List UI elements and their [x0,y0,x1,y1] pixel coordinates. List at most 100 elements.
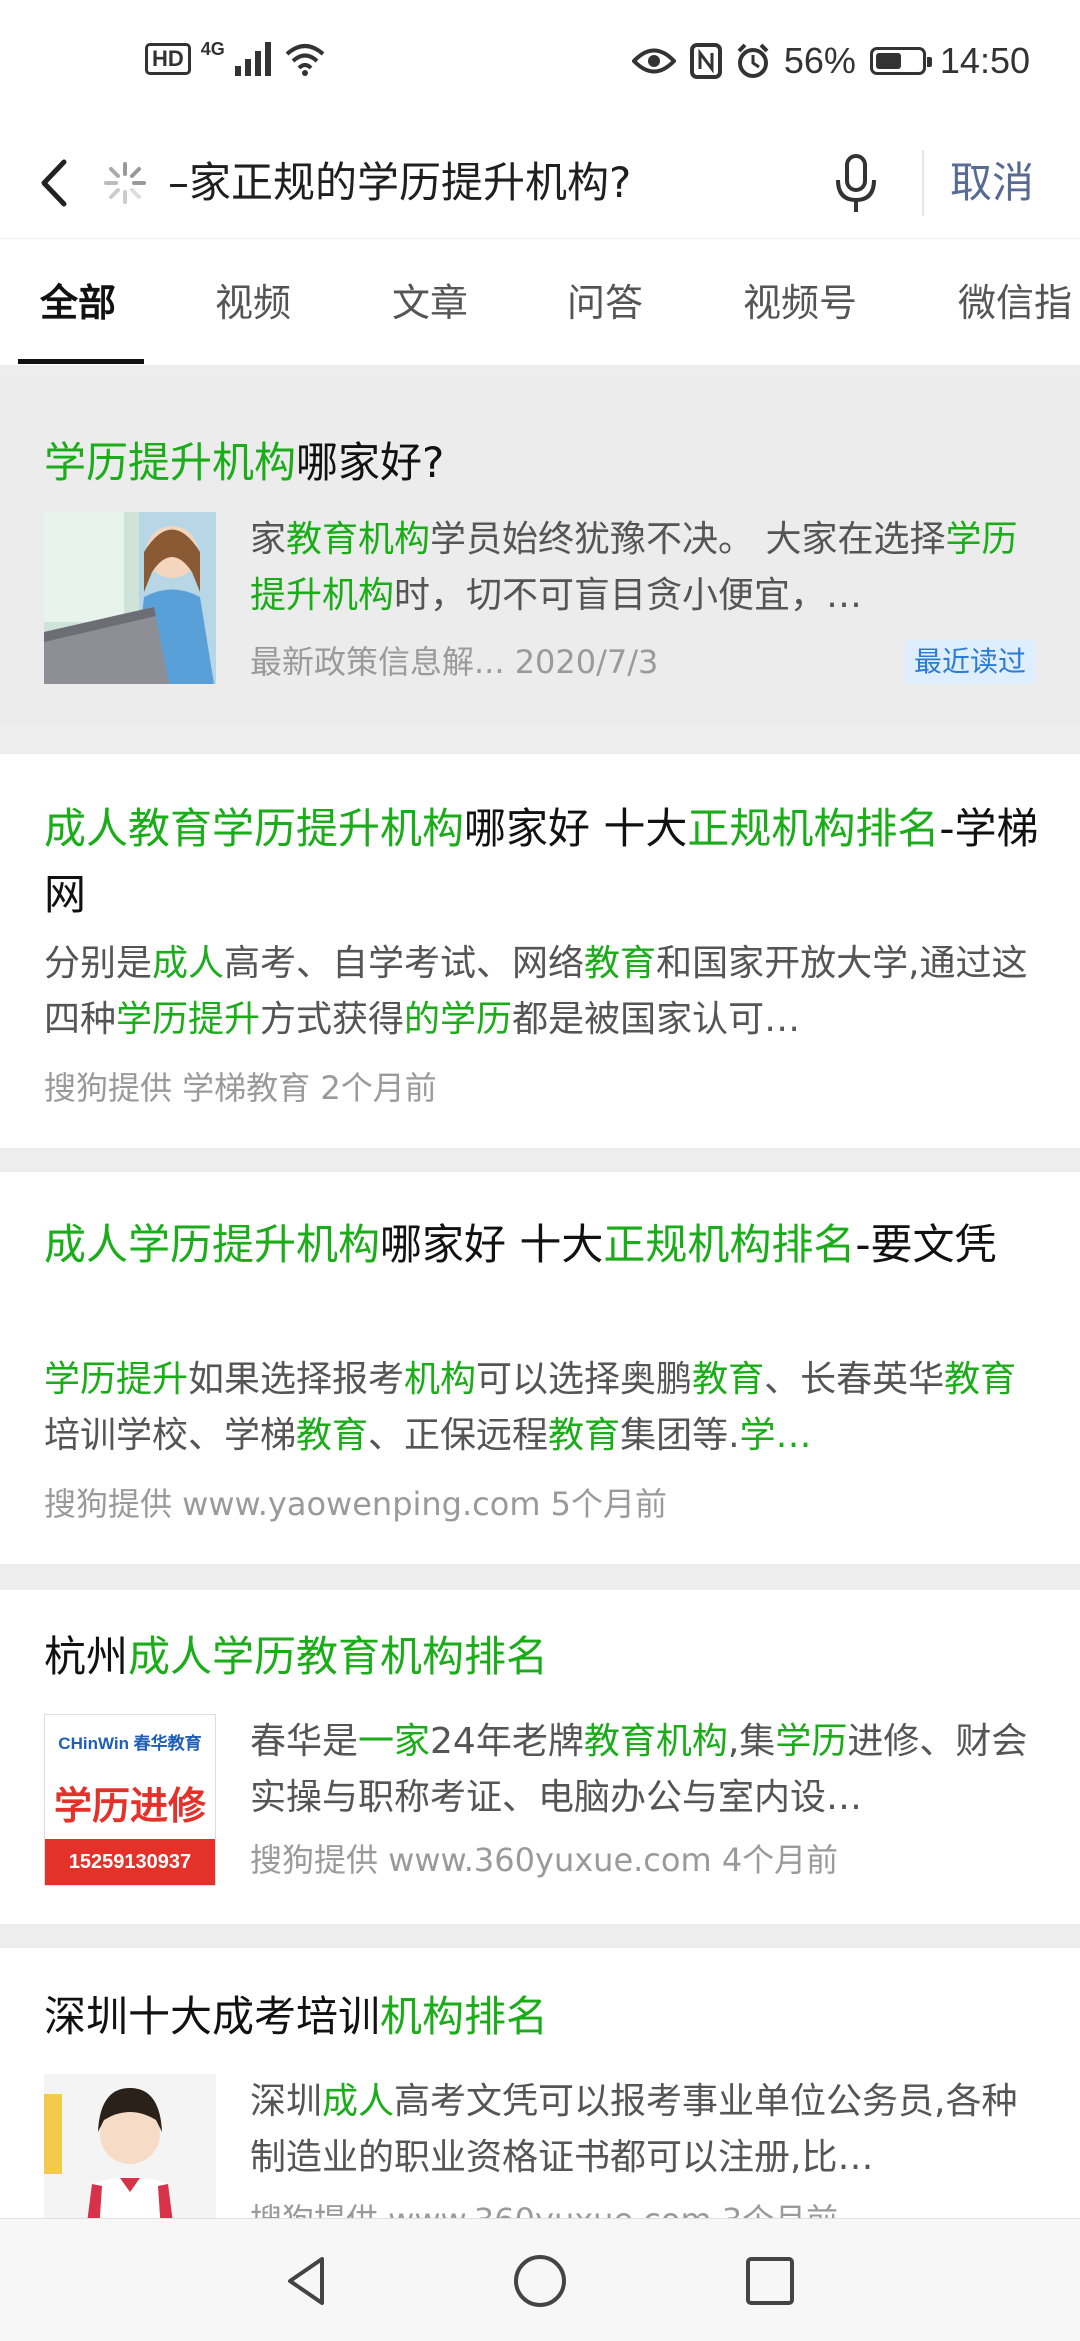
search-input[interactable]: –家正规的学历提升机构? [168,150,631,216]
text-segment: ,集 [727,1721,776,1762]
highlighted-keyword: 学历提升 [116,999,261,1040]
text-segment: 哪家好? [296,438,445,487]
text-segment: 哪家好 十大 [464,804,688,853]
cancel-button[interactable]: 取消 [950,150,1034,216]
recently-read-badge: 最近读过 [903,640,1036,684]
highlighted-keyword: 教育 [296,1415,369,1456]
status-right: 56% 14:50 [631,40,1030,82]
back-arrow-icon[interactable] [30,148,80,218]
highlighted-keyword: 机构 [404,1359,477,1400]
battery-fill [875,53,901,69]
tab-wechat-index[interactable]: 微信指 [958,277,1072,329]
text-segment: 时，切不可盲目贪小便宜，… [394,575,863,616]
text-segment: 学员始终犹豫不决。 大家在选择 [430,519,946,560]
tab-video[interactable]: 视频 [215,277,291,329]
woman-laptop-thumbnail [44,512,216,684]
result-card[interactable]: 成人学历提升机构哪家好 十大正规机构排名-要文凭 学历提升如果选择报考机构可以选… [0,1172,1080,1564]
result-card[interactable]: 学历提升机构哪家好? 家教育机构学员始终犹豫不决。 大家在选择学历提升机构时，切… [0,376,1080,726]
text-segment: 培训学校、学梯 [44,1415,297,1456]
result-card[interactable]: 成人教育学历提升机构哪家好 十大正规机构排名-学梯网 分别是成人高考、自学考试、… [0,754,1080,1148]
text-segment: 高考、自学考试、网络 [224,943,585,984]
highlighted-keyword: 学历提升机构 [44,438,297,487]
category-tabs: 全部 视频 文章 问答 视频号 微信指 [0,238,1080,365]
text-segment: 方式获得 [260,999,405,1040]
text-segment: 、长春英华 [764,1359,945,1400]
status-bar: HD 4G 56% 14:50 [0,0,1080,128]
navigation-bar [0,2218,1080,2341]
highlighted-keyword: 的学历 [404,999,513,1040]
result-thumbnail: CHinWin 春华教育 学历进修 15259130937 [44,1714,216,1886]
result-title[interactable]: 成人学历提升机构哪家好 十大正规机构排名-要文凭 [44,1212,1040,1344]
text-segment: -要文凭 [855,1220,997,1269]
text-segment: 集团等. [620,1415,740,1456]
square-recent-icon[interactable] [738,2249,802,2313]
eye-icon [631,48,676,74]
thumbnail-brand: CHinWin 春华教育 [45,1715,215,1773]
highlighted-keyword: 成人 [152,943,225,984]
result-title[interactable]: 深圳十大成考培训机构排名 [44,1984,1040,2050]
triangle-back-icon[interactable] [276,2249,340,2313]
result-meta: 搜狗提供 www.360yuxue.com 4个月前 [250,1841,839,1879]
student-girl-thumbnail [44,2074,216,2218]
highlighted-keyword: 学历 [775,1721,848,1762]
text-segment: 都是被国家认可… [512,999,801,1040]
nfc-icon [689,43,722,79]
microphone-icon[interactable] [826,148,886,218]
highlighted-keyword: 机构排名 [380,1992,549,2041]
text-segment: 杭州 [44,1632,129,1681]
result-snippet: 家教育机构学员始终犹豫不决。 大家在选择学历提升机构时，切不可盲目贪小便宜，… [250,512,1040,624]
highlighted-keyword: 教育机构 [286,519,431,560]
result-snippet: 学历提升如果选择报考机构可以选择奥鹏教育、长春英华教育培训学校、学梯教育、正保远… [44,1352,1040,1464]
text-segment: 可以选择奥鹏 [476,1359,693,1400]
tab-all[interactable]: 全部 [40,277,116,329]
highlighted-keyword: 成人学历提升机构 [44,1220,381,1269]
search-bar: –家正规的学历提升机构? 取消 [0,128,1080,238]
highlighted-keyword: 学历提升 [44,1359,189,1400]
wifi-icon [285,44,325,76]
text-segment: 哪家好 十大 [380,1220,604,1269]
highlighted-keyword: 成人 [322,2081,395,2122]
text-segment: 家 [250,519,287,560]
highlighted-keyword: 教育机构 [583,1721,728,1762]
result-card[interactable]: 深圳十大成考培训机构排名 深圳成人高考文凭可以报考事业单位公务员,各种制造业的职… [0,1948,1080,2218]
signal-icon [234,42,271,76]
result-title[interactable]: 学历提升机构哪家好? [44,430,1040,496]
result-meta: 搜狗提供 学梯教育 2个月前 [44,1069,437,1107]
result-title[interactable]: 成人教育学历提升机构哪家好 十大正规机构排名-学梯网 [44,796,1040,928]
highlighted-keyword: 学… [739,1415,812,1456]
text-segment: 24年老牌 [430,1721,584,1762]
tab-qa[interactable]: 问答 [567,277,643,329]
tab-article[interactable]: 文章 [392,277,468,329]
network-type: 4G [200,38,225,59]
clock: 14:50 [939,40,1030,81]
circle-home-icon[interactable] [508,2249,572,2313]
text-segment: 分别是 [44,943,153,984]
highlighted-keyword: 成人学历教育机构排名 [128,1632,549,1681]
text-segment: 深圳 [250,2081,323,2122]
text-segment: 、正保远程 [368,1415,549,1456]
active-tab-indicator [18,359,144,364]
status-left: HD 4G [145,38,325,76]
thumbnail-phone: 15259130937 [45,1839,215,1885]
loading-spinner-icon [104,162,146,204]
highlighted-keyword: 教育 [584,943,657,984]
battery-percent: 56% [783,40,856,81]
highlighted-keyword: 教育 [692,1359,765,1400]
text-segment: 深圳十大成考培训 [44,1992,381,2041]
result-thumbnail [44,512,216,684]
battery-icon [869,47,932,75]
result-meta: 最新政策信息解... 2020/7/3 [250,643,659,681]
thumbnail-tagline: 学历进修 [53,1784,206,1828]
highlighted-keyword: 教育 [944,1359,1017,1400]
hd-indicator: HD [145,43,191,75]
highlighted-keyword: 正规机构排名 [603,1220,856,1269]
highlighted-keyword: 正规机构排名 [687,804,940,853]
search-divider [922,150,924,216]
result-title[interactable]: 杭州成人学历教育机构排名 [44,1624,1040,1690]
highlighted-keyword: 教育 [548,1415,621,1456]
result-card[interactable]: 杭州成人学历教育机构排名 CHinWin 春华教育 学历进修 152591309… [0,1590,1080,1924]
highlighted-keyword: 一家 [358,1721,431,1762]
result-snippet: 深圳成人高考文凭可以报考事业单位公务员,各种制造业的职业资格证书都可以注册,比… [250,2074,1040,2186]
highlighted-keyword: 成人教育学历提升机构 [44,804,465,853]
tab-channels[interactable]: 视频号 [743,277,857,329]
